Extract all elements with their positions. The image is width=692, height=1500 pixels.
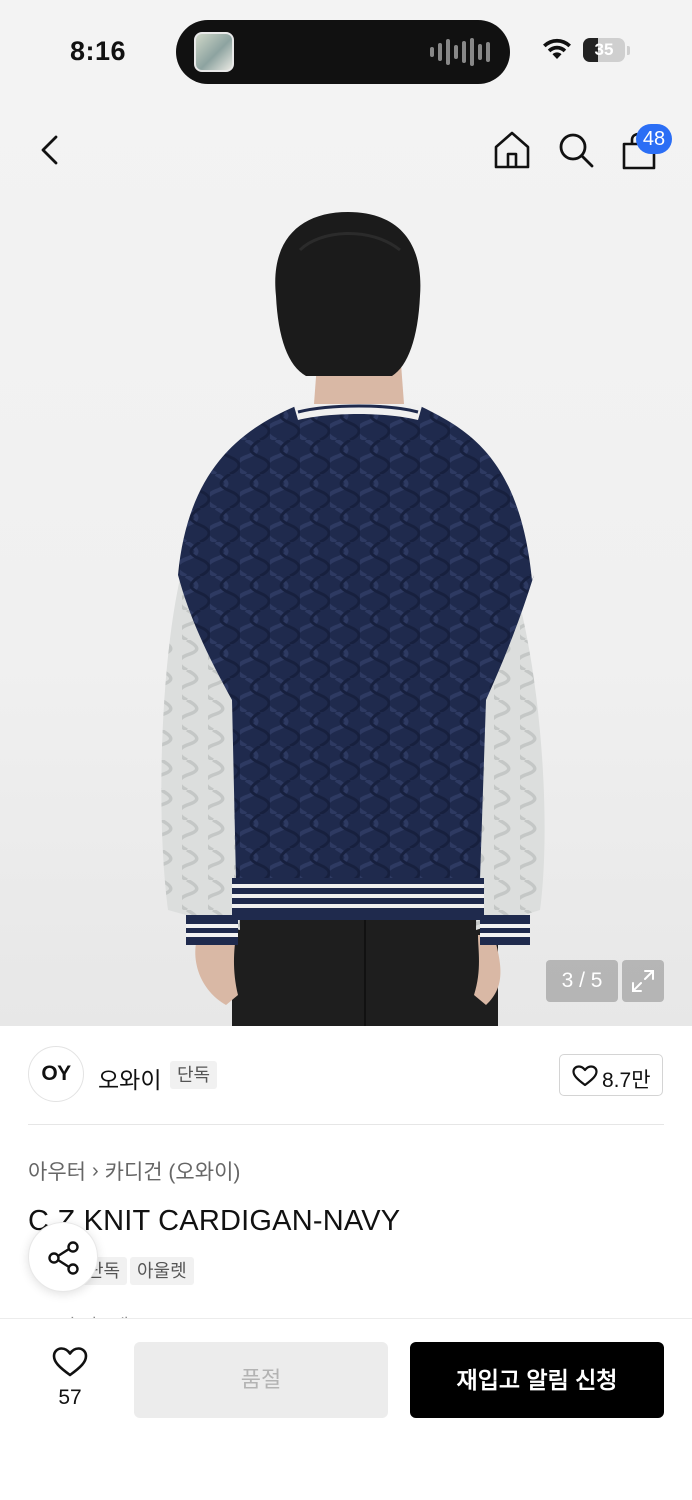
product-image-gallery[interactable]: 3 / 5	[0, 100, 692, 1026]
cart-count-badge: 48	[636, 124, 672, 154]
restock-alert-button[interactable]: 재입고 알림 신청	[410, 1342, 664, 1418]
heart-icon	[52, 1347, 88, 1377]
battery-cap	[627, 46, 630, 55]
breadcrumb-category[interactable]: 아우터	[28, 1156, 86, 1186]
share-icon	[48, 1241, 79, 1275]
battery-percent: 35	[594, 40, 614, 59]
audio-waveform-icon	[430, 38, 490, 66]
now-playing-artwork	[194, 32, 234, 72]
status-bar: 8:16 35	[0, 0, 692, 100]
wishlist-button[interactable]: 57	[30, 1344, 110, 1416]
breadcrumb: 아우터 › 카디건 (오와이)	[28, 1156, 240, 1186]
search-icon[interactable]	[557, 131, 595, 169]
wifi-icon	[543, 38, 571, 59]
product-photo	[161, 212, 545, 1026]
outlet-tag: 아울렛	[130, 1257, 194, 1285]
section-divider	[28, 1124, 664, 1125]
share-button[interactable]	[28, 1222, 98, 1292]
brand-exclusive-tag: 단독	[170, 1061, 218, 1089]
battery-indicator: 35	[583, 38, 625, 62]
brand-like-button[interactable]: 8.7만	[559, 1054, 663, 1096]
heart-icon	[572, 1065, 598, 1087]
fullscreen-button[interactable]	[622, 960, 664, 1002]
home-icon[interactable]	[493, 130, 531, 170]
image-pager: 3 / 5	[546, 960, 618, 1002]
breadcrumb-subcategory[interactable]: 카디건 (오와이)	[105, 1156, 241, 1186]
wishlist-count: 57	[58, 1386, 82, 1409]
chevron-right-icon: ›	[91, 1159, 99, 1182]
expand-arrows-icon	[632, 970, 654, 992]
brand-like-count: 8.7만	[602, 1069, 651, 1092]
brand-name[interactable]: 오와이	[98, 1061, 161, 1095]
status-time: 8:16	[70, 36, 127, 66]
soldout-button[interactable]: 품절	[134, 1342, 388, 1418]
back-chevron-icon[interactable]	[38, 134, 62, 166]
brand-logo[interactable]: OY	[28, 1046, 84, 1102]
dynamic-island[interactable]	[176, 20, 510, 84]
